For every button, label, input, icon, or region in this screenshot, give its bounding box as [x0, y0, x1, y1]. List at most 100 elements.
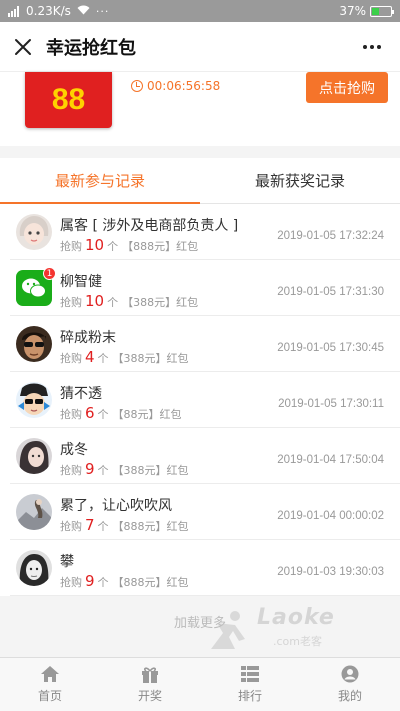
- close-icon: [15, 38, 31, 55]
- page-title: 幸运抢红包: [46, 37, 136, 59]
- portrait-sunglasses-icon: [16, 326, 52, 362]
- record-time: 2019-01-05 17:31:30: [277, 286, 384, 298]
- alarm-clock-icon: [131, 80, 143, 92]
- bottom-nav-profile-label: 我的: [337, 689, 362, 703]
- portrait-girl-icon: [16, 214, 52, 250]
- load-more-link[interactable]: 加载更多: [0, 612, 400, 631]
- record-row[interactable]: 碎成粉末抢购 4 个【388元】红包 2019-01-05 17:30:45: [10, 316, 400, 372]
- record-unit: 个: [107, 296, 119, 309]
- record-row[interactable]: 累了，让心吹吹风 抢购 7 个【888元】红包 2019-01-04 00:00:02: [10, 484, 400, 540]
- bottom-nav-ranking-label: 排行: [237, 689, 262, 703]
- record-user-name: 累了，让心吹吹风: [60, 498, 172, 514]
- record-prize: 【388元】红包: [112, 464, 189, 477]
- gift-icon: [142, 667, 158, 683]
- record-row[interactable]: 攀抢购 9 个【888元】红包 2019-01-03 19:30:03: [10, 540, 400, 596]
- bottom-nav-profile[interactable]: 我的: [300, 658, 400, 711]
- record-detail: 抢购 9 个【888元】红包: [60, 572, 189, 590]
- participation-list: 属客 [ 涉外及电商部负责人 ] 抢购 10 个【888元】红包 2019-01-05 …: [0, 204, 400, 596]
- record-user-name: 属客 [ 涉外及电商部负责人 ]: [60, 218, 239, 234]
- wechat-icon: 1: [16, 267, 56, 306]
- record-quantity: 10: [85, 236, 105, 254]
- countdown: 00:06:56:58: [131, 79, 220, 93]
- red-packet-thumbnail[interactable]: 88: [25, 72, 112, 128]
- record-prefix: 抢购: [60, 352, 82, 365]
- record-time: 2019-01-04 17:50:04: [277, 454, 384, 466]
- record-prefix: 抢购: [60, 296, 82, 309]
- home-icon: [41, 666, 59, 682]
- record-quantity: 9: [85, 572, 95, 590]
- record-prefix: 抢购: [60, 520, 82, 533]
- bottom-nav-home[interactable]: 首页: [0, 658, 100, 711]
- record-quantity: 7: [85, 516, 95, 534]
- record-unit: 个: [97, 408, 109, 421]
- record-prize: 【388元】红包: [122, 296, 199, 309]
- record-time: 2019-01-03 19:30:03: [277, 566, 384, 578]
- record-time: 2019-01-04 00:00:02: [277, 510, 384, 522]
- cartoon-boy-icon: [16, 382, 52, 418]
- wifi-icon: [77, 5, 90, 18]
- red-packet-value: 88: [51, 83, 86, 116]
- notification-badge: 1: [43, 267, 56, 280]
- record-tabs: 最新参与记录 最新获奖记录: [0, 158, 400, 204]
- record-prize: 【888元】红包: [112, 520, 189, 533]
- profile-icon: [341, 665, 359, 683]
- ranking-icon: [241, 666, 259, 682]
- tab-latest-participation[interactable]: 最新参与记录: [0, 158, 200, 204]
- tab-latest-winners[interactable]: 最新获奖记录: [200, 158, 400, 203]
- battery-icon: [370, 5, 394, 17]
- record-user-name: 碎成粉末: [60, 330, 116, 346]
- record-row[interactable]: 1 柳智健抢购 10 个【388元】红包 2019-01-05 17:31:30: [10, 260, 400, 316]
- portrait-scenery-icon: [16, 494, 52, 530]
- network-speed: 0.23K/s: [26, 4, 71, 18]
- record-prefix: 抢购: [60, 464, 82, 477]
- record-user-name: 猜不透: [60, 386, 102, 402]
- record-unit: 个: [97, 576, 109, 589]
- bottom-nav-home-label: 首页: [37, 689, 62, 703]
- bottom-nav: 首页 开奖 排行 我的: [0, 657, 400, 711]
- record-unit: 个: [97, 520, 109, 533]
- close-button[interactable]: [0, 22, 46, 72]
- record-detail: 抢购 4 个【388元】红包: [60, 348, 189, 366]
- record-user-name: 成冬: [60, 442, 88, 458]
- record-time: 2019-01-05 17:32:24: [277, 230, 384, 242]
- record-prize: 【388元】红包: [112, 352, 189, 365]
- record-quantity: 6: [85, 404, 95, 422]
- status-bar: 0.23K/s ··· 17:33 37%: [0, 0, 400, 38]
- record-prefix: 抢购: [60, 576, 82, 589]
- nav-bar: 幸运抢红包: [0, 22, 400, 72]
- record-quantity: 9: [85, 460, 95, 478]
- record-time: 2019-01-05 17:30:11: [278, 398, 384, 410]
- record-detail: 抢购 9 个【388元】红包: [60, 460, 189, 478]
- record-prize: 【88元】红包: [112, 408, 182, 421]
- record-quantity: 4: [85, 348, 95, 366]
- countdown-text: 00:06:56:58: [147, 79, 221, 93]
- grab-button[interactable]: 点击抢购: [306, 72, 388, 103]
- record-detail: 抢购 7 个【888元】红包: [60, 516, 189, 534]
- record-prize: 【888元】红包: [122, 240, 199, 253]
- record-row[interactable]: 属客 [ 涉外及电商部负责人 ] 抢购 10 个【888元】红包 2019-01-05 …: [10, 204, 400, 260]
- battery-percent: 37%: [339, 4, 366, 18]
- record-prefix: 抢购: [60, 408, 82, 421]
- record-prize: 【888元】红包: [112, 576, 189, 589]
- more-options-button[interactable]: [358, 34, 386, 60]
- notification-dots-icon: ···: [95, 4, 110, 18]
- record-unit: 个: [97, 464, 109, 477]
- record-unit: 个: [97, 352, 109, 365]
- record-detail: 抢购 10 个【388元】红包: [60, 292, 198, 310]
- portrait-woman-icon: [16, 438, 52, 474]
- record-unit: 个: [107, 240, 119, 253]
- product-card: 88 00:06:56:58 点击抢购: [0, 72, 400, 146]
- record-user-name: 柳智健: [60, 274, 102, 290]
- portrait-bw-icon: [16, 550, 52, 586]
- record-detail: 抢购 10 个【888元】红包: [60, 236, 198, 254]
- record-row[interactable]: 成冬抢购 9 个【388元】红包 2019-01-04 17:50:04: [10, 428, 400, 484]
- record-prefix: 抢购: [60, 240, 82, 253]
- record-row[interactable]: 猜不透抢购 6 个【88元】红包 2019-01-05 17:30:11: [10, 372, 400, 428]
- record-detail: 抢购 6 个【88元】红包: [60, 404, 182, 422]
- record-time: 2019-01-05 17:30:45: [277, 342, 384, 354]
- record-quantity: 10: [85, 292, 105, 310]
- bottom-nav-lottery-label: 开奖: [137, 689, 162, 703]
- record-user-name: 攀: [60, 554, 74, 570]
- bottom-nav-lottery[interactable]: 开奖: [100, 658, 200, 711]
- bottom-nav-ranking[interactable]: 排行: [200, 658, 300, 711]
